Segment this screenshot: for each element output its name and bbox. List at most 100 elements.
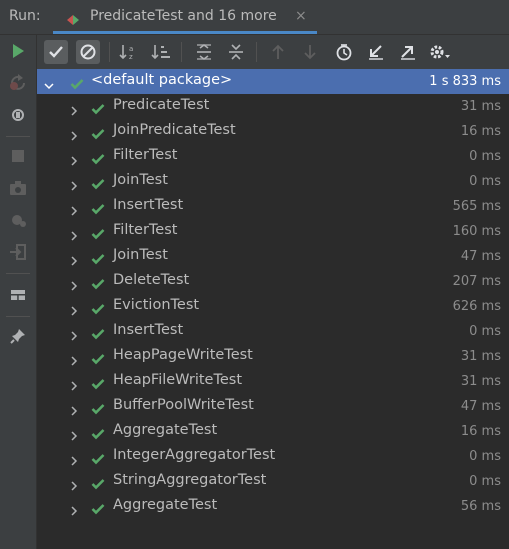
show-ignored-icon[interactable] <box>76 40 100 64</box>
layout-icon[interactable] <box>8 285 28 305</box>
chevron-right-icon[interactable] <box>69 426 79 441</box>
passed-check-icon <box>91 500 105 515</box>
chevron-right-icon[interactable] <box>69 226 79 241</box>
settings-icon[interactable] <box>428 40 452 64</box>
chevron-right-icon[interactable] <box>69 451 79 466</box>
tree-row-time: 31 ms <box>460 349 501 364</box>
tree-row-name: PredicateTest <box>113 97 210 113</box>
toggle-auto-test-icon[interactable] <box>8 105 28 125</box>
tree-row-name: InsertTest <box>113 322 184 338</box>
test-results-tree: <default package> 1 s 833 ms PredicateTe… <box>37 69 509 549</box>
rerun-icon[interactable] <box>8 41 28 61</box>
exit-icon[interactable] <box>8 242 28 262</box>
tree-row-name: FilterTest <box>113 147 178 163</box>
passed-check-icon <box>91 175 105 190</box>
export-results-icon[interactable] <box>396 40 420 64</box>
tree-row[interactable]: StringAggregatorTest 0 ms <box>37 469 509 494</box>
passed-check-icon <box>91 250 105 265</box>
tree-row[interactable]: JoinTest 0 ms <box>37 169 509 194</box>
sort-alphabetically-icon[interactable]: az <box>117 40 141 64</box>
tree-row-name: DeleteTest <box>113 272 190 288</box>
tree-row-name: IntegerAggregatorTest <box>113 447 276 463</box>
tree-row[interactable]: InsertTest 565 ms <box>37 194 509 219</box>
tree-row[interactable]: AggregateTest 56 ms <box>37 494 509 519</box>
stop-icon[interactable] <box>8 146 28 166</box>
chevron-right-icon[interactable] <box>69 501 79 516</box>
collapse-all-icon[interactable] <box>224 40 248 64</box>
passed-check-icon <box>91 275 105 290</box>
tree-row[interactable]: FilterTest 160 ms <box>37 219 509 244</box>
tree-row[interactable]: FilterTest 0 ms <box>37 144 509 169</box>
debug-icon[interactable] <box>8 210 28 230</box>
tree-row-root[interactable]: <default package> 1 s 833 ms <box>37 69 509 94</box>
expand-all-icon[interactable] <box>192 40 216 64</box>
tree-row[interactable]: BufferPoolWriteTest 47 ms <box>37 394 509 419</box>
run-tool-window-header: Run: PredicateTest and 16 more × <box>0 0 509 35</box>
tree-row-time: 0 ms <box>469 324 501 339</box>
tree-row-name: InsertTest <box>113 197 184 213</box>
pin-icon[interactable] <box>8 326 28 346</box>
tree-row[interactable]: JoinPredicateTest 16 ms <box>37 119 509 144</box>
chevron-right-icon[interactable] <box>69 276 79 291</box>
tree-row[interactable]: AggregateTest 16 ms <box>37 419 509 444</box>
tree-row[interactable]: DeleteTest 207 ms <box>37 269 509 294</box>
chevron-right-icon[interactable] <box>69 401 79 416</box>
passed-check-icon <box>91 325 105 340</box>
run-label: Run: <box>9 8 41 24</box>
tree-row[interactable]: HeapFileWriteTest 31 ms <box>37 369 509 394</box>
tree-row-time: 16 ms <box>460 424 501 439</box>
tree-row-time: 160 ms <box>452 224 501 239</box>
chevron-down-icon[interactable] <box>44 76 54 90</box>
test-history-icon[interactable] <box>332 40 356 64</box>
passed-check-icon <box>91 350 105 365</box>
tree-row-name: AggregateTest <box>113 422 218 438</box>
tree-row-name: HeapPageWriteTest <box>113 347 253 363</box>
chevron-right-icon[interactable] <box>69 126 79 141</box>
rerun-failed-icon[interactable] <box>8 73 28 93</box>
passed-check-icon <box>91 100 105 115</box>
tree-row[interactable]: HeapPageWriteTest 31 ms <box>37 344 509 369</box>
passed-check-icon <box>91 225 105 240</box>
previous-test-icon[interactable] <box>266 40 290 64</box>
passed-check-icon <box>70 75 84 90</box>
passed-check-icon <box>91 150 105 165</box>
tree-row-time: 0 ms <box>469 174 501 189</box>
chevron-right-icon[interactable] <box>69 326 79 341</box>
tree-row-name: AggregateTest <box>113 497 218 513</box>
import-tests-icon[interactable] <box>364 40 388 64</box>
run-tab[interactable]: PredicateTest and 16 more × <box>53 0 317 34</box>
tree-row[interactable]: PredicateTest 31 ms <box>37 94 509 119</box>
tree-row-time: 0 ms <box>469 474 501 489</box>
show-passed-icon[interactable] <box>44 40 68 64</box>
chevron-right-icon[interactable] <box>69 151 79 166</box>
chevron-right-icon[interactable] <box>69 176 79 191</box>
tree-row-name: FilterTest <box>113 222 178 238</box>
tree-row-time: 0 ms <box>469 149 501 164</box>
chevron-right-icon[interactable] <box>69 476 79 491</box>
tree-row-name: HeapFileWriteTest <box>113 372 243 388</box>
chevron-right-icon[interactable] <box>69 251 79 266</box>
passed-check-icon <box>91 475 105 490</box>
passed-check-icon <box>91 300 105 315</box>
tree-row-name: JoinTest <box>113 172 168 188</box>
chevron-right-icon[interactable] <box>69 101 79 116</box>
tree-row[interactable]: JoinTest 47 ms <box>37 244 509 269</box>
tree-row-name: JoinPredicateTest <box>113 122 236 138</box>
tree-row[interactable]: InsertTest 0 ms <box>37 319 509 344</box>
test-toolbar: az <box>37 35 509 69</box>
sort-by-duration-icon[interactable] <box>149 40 173 64</box>
tree-row-time: 31 ms <box>460 99 501 114</box>
snapshot-icon[interactable] <box>8 178 28 198</box>
tree-row-time: 56 ms <box>460 499 501 514</box>
next-test-icon[interactable] <box>298 40 322 64</box>
svg-text:a: a <box>129 45 133 53</box>
passed-check-icon <box>91 200 105 215</box>
tree-row[interactable]: IntegerAggregatorTest 0 ms <box>37 444 509 469</box>
close-icon[interactable]: × <box>295 8 307 24</box>
chevron-right-icon[interactable] <box>69 376 79 391</box>
tree-row[interactable]: EvictionTest 626 ms <box>37 294 509 319</box>
chevron-right-icon[interactable] <box>69 201 79 216</box>
chevron-right-icon[interactable] <box>69 351 79 366</box>
chevron-right-icon[interactable] <box>69 301 79 316</box>
tree-row-time: 1 s 833 ms <box>429 74 501 89</box>
